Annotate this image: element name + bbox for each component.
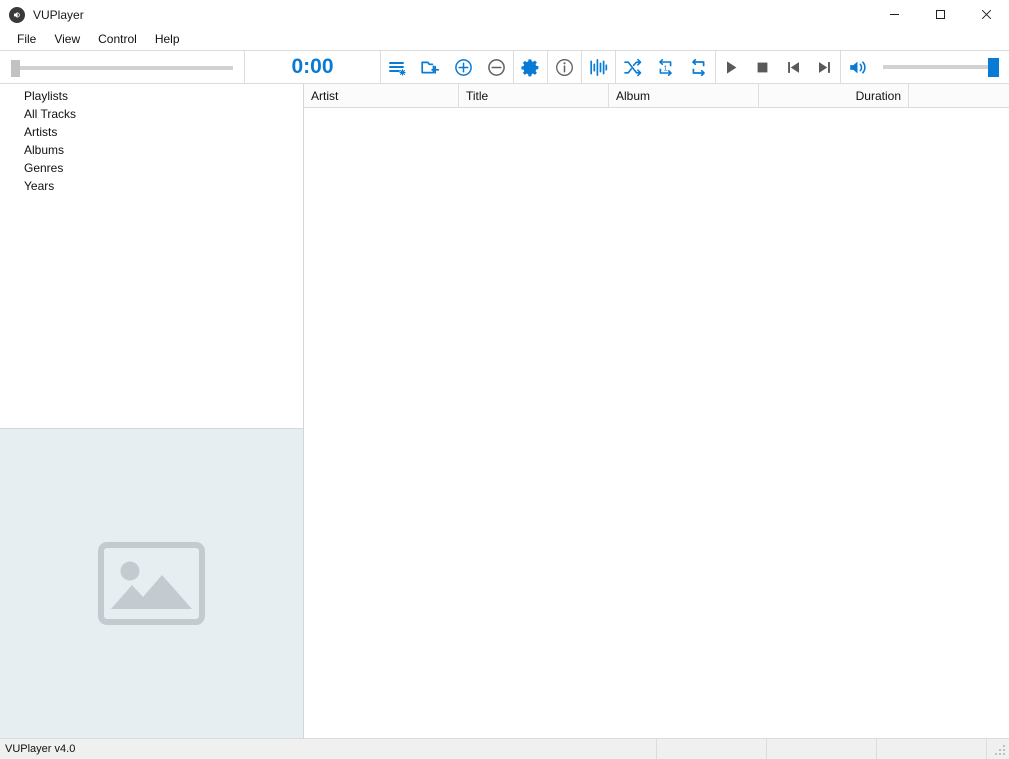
visualisation-button[interactable] <box>582 51 615 83</box>
menu-control[interactable]: Control <box>89 30 146 49</box>
seek-slider[interactable] <box>11 57 233 77</box>
speaker-icon <box>9 6 25 23</box>
title-bar-left: VUPlayer <box>0 6 84 23</box>
add-folder-button[interactable] <box>414 51 447 83</box>
seek-slider-rail <box>11 66 233 70</box>
playlist-panel: Artist Title Album Duration <box>304 84 1009 738</box>
status-bar: VUPlayer v4.0 <box>0 738 1009 759</box>
options-group <box>514 51 548 83</box>
status-version: VUPlayer v4.0 <box>0 739 657 759</box>
image-placeholder-icon <box>98 542 205 625</box>
options-button[interactable] <box>514 51 547 83</box>
repeat-playlist-button[interactable] <box>682 51 715 83</box>
status-segment-c <box>877 739 987 759</box>
column-header-duration[interactable]: Duration <box>759 84 909 107</box>
column-header-filler <box>909 84 1009 107</box>
stop-button[interactable] <box>747 51 778 83</box>
seek-slider-group <box>0 51 245 83</box>
play-button[interactable] <box>716 51 747 83</box>
menu-file[interactable]: File <box>8 30 45 49</box>
sidebar-item-artists[interactable]: Artists <box>0 123 303 141</box>
repeat-track-button[interactable]: 1 <box>649 51 682 83</box>
volume-group <box>841 51 1009 83</box>
library-tree[interactable]: Playlists All Tracks Artists Albums Genr… <box>0 84 303 429</box>
column-header-artist[interactable]: Artist <box>304 84 459 107</box>
previous-track-button[interactable] <box>778 51 809 83</box>
sidebar-item-years[interactable]: Years <box>0 177 303 195</box>
transport-group <box>716 51 841 83</box>
close-button[interactable] <box>963 0 1009 29</box>
volume-icon[interactable] <box>841 51 874 83</box>
status-segment-b <box>767 739 877 759</box>
playlist-header: Artist Title Album Duration <box>304 84 1009 108</box>
new-playlist-button[interactable] <box>381 51 414 83</box>
maximize-button[interactable] <box>917 0 963 29</box>
remove-files-button[interactable] <box>480 51 513 83</box>
sidebar-item-all-tracks[interactable]: All Tracks <box>0 105 303 123</box>
playlist-tools-group <box>381 51 514 83</box>
sidebar: Playlists All Tracks Artists Albums Genr… <box>0 84 304 738</box>
elapsed-time: 0:00 <box>291 55 334 78</box>
window-controls <box>871 0 1009 29</box>
shuffle-button[interactable] <box>616 51 649 83</box>
playback-mode-group: 1 <box>616 51 716 83</box>
volume-slider-rail <box>883 65 999 69</box>
sidebar-item-albums[interactable]: Albums <box>0 141 303 159</box>
main-area: Playlists All Tracks Artists Albums Genr… <box>0 84 1009 738</box>
menu-help[interactable]: Help <box>146 30 189 49</box>
toolbar: 0:00 1 <box>0 50 1009 84</box>
sidebar-item-playlists[interactable]: Playlists <box>0 87 303 105</box>
time-display-group: 0:00 <box>245 51 381 83</box>
vuplayer-window: VUPlayer File View Control Help 0:00 1 P… <box>0 0 1009 759</box>
menu-view[interactable]: View <box>45 30 89 49</box>
playlist-rows[interactable] <box>304 108 1009 738</box>
next-track-button[interactable] <box>809 51 840 83</box>
column-header-album[interactable]: Album <box>609 84 759 107</box>
menu-bar: File View Control Help <box>0 29 1009 50</box>
minimize-button[interactable] <box>871 0 917 29</box>
status-segment-a <box>657 739 767 759</box>
volume-slider[interactable] <box>883 56 999 78</box>
window-title: VUPlayer <box>33 7 84 22</box>
svg-text:1: 1 <box>663 63 667 72</box>
visualisation-group <box>582 51 616 83</box>
column-header-title[interactable]: Title <box>459 84 609 107</box>
album-artwork-panel <box>0 429 303 738</box>
resize-grip-icon[interactable] <box>987 739 1009 759</box>
track-information-button[interactable] <box>548 51 581 83</box>
seek-slider-thumb[interactable] <box>11 60 20 77</box>
title-bar: VUPlayer <box>0 0 1009 29</box>
volume-slider-thumb[interactable] <box>988 58 999 77</box>
info-group <box>548 51 582 83</box>
sidebar-item-genres[interactable]: Genres <box>0 159 303 177</box>
add-files-button[interactable] <box>447 51 480 83</box>
